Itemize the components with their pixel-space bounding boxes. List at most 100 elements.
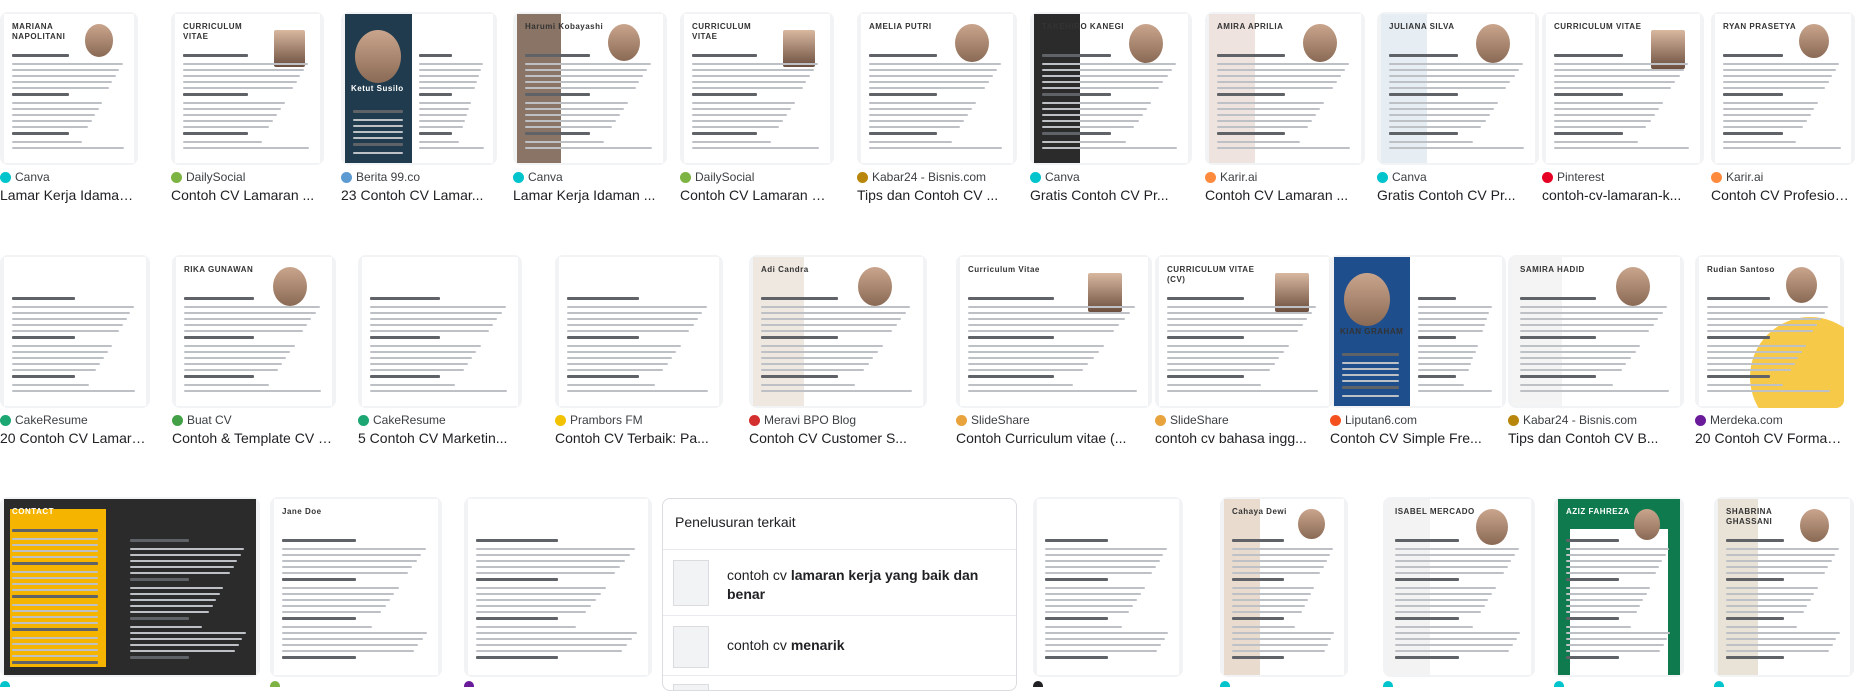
result-title-link[interactable]: Lamar Kerja Idaman ... (513, 187, 665, 203)
related-search-item[interactable]: contoh cv lamaran kerja yang baik dan be… (663, 549, 1016, 616)
result-thumbnail[interactable]: Ketut Susilo (341, 12, 497, 165)
image-result-card[interactable]: AMIRA APRILIA Karir.ai Contoh CV Lamaran .… (1205, 12, 1373, 206)
image-result-card[interactable]: CONTACT (0, 497, 268, 687)
result-title-link[interactable]: Contoh & Template CV un... (172, 430, 334, 446)
image-result-card[interactable]: SHABRINA GHASSANI (1714, 497, 1862, 687)
result-thumbnail[interactable]: AMELIA PUTRI (857, 12, 1017, 165)
result-thumbnail[interactable]: RYAN PRASETYA (1711, 12, 1855, 165)
result-source[interactable]: DailySocial (680, 170, 754, 184)
result-thumbnail[interactable]: CURRICULUM VITAE (680, 12, 834, 165)
image-result-card[interactable]: TAKEHIRO KANEGI Canva Gratis Contoh CV Pr.… (1030, 12, 1200, 206)
result-source[interactable]: Canva (0, 170, 50, 184)
result-thumbnail[interactable] (555, 255, 723, 408)
result-title-link[interactable]: Contoh CV Simple Fre... (1330, 430, 1504, 446)
result-source[interactable]: Canva (1030, 170, 1080, 184)
result-source[interactable]: CakeResume (0, 413, 88, 427)
image-result-card[interactable]: Cahaya Dewi (1220, 497, 1356, 687)
result-source[interactable]: DailySocial (171, 170, 245, 184)
result-thumbnail[interactable]: AZIZ FAHREZA (1554, 497, 1684, 677)
result-source[interactable]: SlideShare (1155, 413, 1229, 427)
result-thumbnail[interactable]: CONTACT (0, 497, 260, 677)
image-result-card[interactable]: Curriculum Vitae SlideShare Contoh Curricu… (956, 255, 1160, 449)
result-title-link[interactable]: 23 Contoh CV Lamar... (341, 187, 495, 203)
result-thumbnail[interactable]: Jane Doe (270, 497, 442, 677)
related-search-item[interactable]: contoh cv menarik (663, 615, 1016, 676)
result-title-link[interactable]: Contoh Curriculum vitae (... (956, 430, 1150, 446)
image-result-card[interactable]: Rudian Santoso Merdeka.com 20 Contoh CV Fo… (1695, 255, 1852, 449)
result-title-link[interactable]: Lamar Kerja Idaman ... (0, 187, 136, 203)
result-thumbnail[interactable] (1033, 497, 1183, 677)
result-source[interactable]: Liputan6.com (1330, 413, 1417, 427)
image-result-card[interactable]: CURRICULUM VITAE (CV) SlideShare contoh cv… (1155, 255, 1341, 449)
result-source[interactable]: Karir.ai (1711, 170, 1763, 184)
image-result-card[interactable] (1033, 497, 1191, 687)
result-source[interactable]: Pinterest (1542, 170, 1604, 184)
result-source[interactable]: Canva (513, 170, 563, 184)
result-thumbnail[interactable]: MARIANA NAPOLITANI (0, 12, 138, 165)
result-title-link[interactable]: Contoh CV Lamaran K... (680, 187, 832, 203)
result-thumbnail[interactable]: CURRICULUM VITAE (CV) (1155, 255, 1333, 408)
image-result-card[interactable]: CURRICULUM VITAE DailySocial Contoh CV Lam… (680, 12, 842, 206)
image-result-card[interactable]: Prambors FM Contoh CV Terbaik: Pa... (555, 255, 731, 449)
image-result-card[interactable]: Harumi Kobayashi Canva Lamar Kerja Idaman … (513, 12, 675, 206)
image-result-card[interactable]: Ketut Susilo Berita 99.co 23 Contoh CV Lam… (341, 12, 505, 206)
result-title-link[interactable]: Contoh CV Lamaran ... (1205, 187, 1363, 203)
result-title-link[interactable]: Contoh CV Profesion... (1711, 187, 1853, 203)
image-result-card[interactable]: CURRICULUM VITAE DailySocial Contoh CV Lam… (171, 12, 332, 206)
result-thumbnail[interactable] (0, 255, 150, 408)
result-source[interactable]: Karir.ai (1205, 170, 1257, 184)
image-result-card[interactable]: RYAN PRASETYA Karir.ai Contoh CV Profesion… (1711, 12, 1863, 206)
result-thumbnail[interactable]: RIKA GUNAWAN (172, 255, 336, 408)
result-thumbnail[interactable]: AMIRA APRILIA (1205, 12, 1365, 165)
image-result-card[interactable]: Adi Candra Meravi BPO Blog Contoh CV Custo… (749, 255, 935, 449)
image-result-card[interactable]: AZIZ FAHREZA (1554, 497, 1692, 687)
result-source[interactable]: Merdeka.com (1695, 413, 1783, 427)
result-thumbnail[interactable] (358, 255, 522, 408)
result-source[interactable]: Buat CV (172, 413, 232, 427)
result-title-link[interactable]: Contoh CV Customer S... (749, 430, 925, 446)
result-source[interactable]: Kabar24 - Bisnis.com (857, 170, 986, 184)
result-title-link[interactable]: 5 Contoh CV Marketin... (358, 430, 520, 446)
image-result-card[interactable]: AMELIA PUTRI Kabar24 - Bisnis.com Tips dan… (857, 12, 1025, 206)
image-result-card[interactable]: SAMIRA HADID Kabar24 - Bisnis.com Tips dan… (1508, 255, 1692, 449)
image-result-card[interactable]: MARIANA NAPOLITANI Canva Lamar Kerja Idama… (0, 12, 146, 206)
result-title-link[interactable]: Tips dan Contoh CV ... (857, 187, 1015, 203)
result-thumbnail[interactable]: TAKEHIRO KANEGI (1030, 12, 1192, 165)
image-result-card[interactable]: JULIANA SILVA Canva Gratis Contoh CV Pr... (1377, 12, 1547, 206)
result-title-link[interactable]: Tips dan Contoh CV B... (1508, 430, 1682, 446)
result-title-link[interactable]: contoh-cv-lamaran-k... (1542, 187, 1702, 203)
result-source[interactable]: Canva (1377, 170, 1427, 184)
result-thumbnail[interactable]: JULIANA SILVA (1377, 12, 1539, 165)
result-thumbnail[interactable]: CURRICULUM VITAE (1542, 12, 1704, 165)
image-result-card[interactable] (464, 497, 660, 687)
result-source[interactable]: Berita 99.co (341, 170, 420, 184)
image-result-card[interactable]: KIAN GRAHAM Liputan6.com Contoh CV Simple … (1330, 255, 1514, 449)
result-thumbnail[interactable]: Harumi Kobayashi (513, 12, 667, 165)
result-title-link[interactable]: 20 Contoh CV Lamara... (0, 430, 148, 446)
result-thumbnail[interactable]: SHABRINA GHASSANI (1714, 497, 1854, 677)
result-thumbnail[interactable]: SAMIRA HADID (1508, 255, 1684, 408)
result-source[interactable]: Kabar24 - Bisnis.com (1508, 413, 1637, 427)
result-thumbnail[interactable]: Rudian Santoso (1695, 255, 1844, 408)
image-result-card[interactable]: Jane Doe (270, 497, 450, 687)
result-thumbnail[interactable]: CURRICULUM VITAE (171, 12, 324, 165)
result-title-link[interactable]: Contoh CV Lamaran ... (171, 187, 322, 203)
image-result-card[interactable]: CakeResume 5 Contoh CV Marketin... (358, 255, 530, 449)
result-thumbnail[interactable]: ISABEL MERCADO (1383, 497, 1535, 677)
result-source[interactable]: SlideShare (956, 413, 1030, 427)
result-title-link[interactable]: 20 Contoh CV Formal, ... (1695, 430, 1842, 446)
result-source[interactable]: CakeResume (358, 413, 446, 427)
image-result-card[interactable]: CakeResume 20 Contoh CV Lamara... (0, 255, 158, 449)
result-title-link[interactable]: contoh cv bahasa ingg... (1155, 430, 1331, 446)
image-result-card[interactable]: ISABEL MERCADO (1383, 497, 1543, 687)
result-thumbnail[interactable]: Curriculum Vitae (956, 255, 1152, 408)
result-thumbnail[interactable]: KIAN GRAHAM (1330, 255, 1506, 408)
result-thumbnail[interactable]: Adi Candra (749, 255, 927, 408)
result-source[interactable]: Meravi BPO Blog (749, 413, 856, 427)
result-thumbnail[interactable] (464, 497, 652, 677)
image-result-card[interactable]: CURRICULUM VITAE Pinterest contoh-cv-lamar… (1542, 12, 1712, 206)
result-title-link[interactable]: Gratis Contoh CV Pr... (1377, 187, 1537, 203)
result-source[interactable]: Prambors FM (555, 413, 643, 427)
result-title-link[interactable]: Gratis Contoh CV Pr... (1030, 187, 1190, 203)
image-result-card[interactable]: RIKA GUNAWAN Buat CV Contoh & Template CV … (172, 255, 344, 449)
